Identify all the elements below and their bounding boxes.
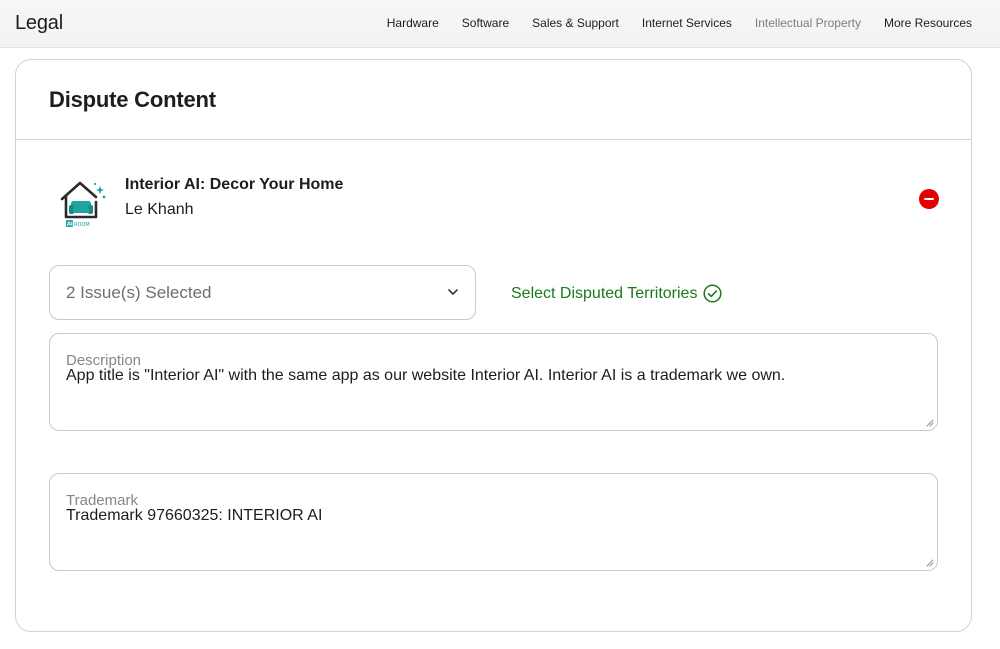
dispute-content-card: Dispute Content AI ROOM Interior AI: Dec… <box>15 59 972 632</box>
interior-ai-app-icon: AI ROOM <box>56 175 108 229</box>
svg-text:ROOM: ROOM <box>74 222 90 228</box>
app-name: Interior AI: Decor Your Home <box>125 176 344 193</box>
nav-internet-services[interactable]: Internet Services <box>642 16 732 30</box>
nav-links: Hardware Software Sales & Support Intern… <box>387 16 972 30</box>
nav-more-resources[interactable]: More Resources <box>884 16 972 30</box>
top-nav: Legal Hardware Software Sales & Support … <box>0 0 1000 48</box>
trademark-field[interactable]: Trademark Trademark 97660325: INTERIOR A… <box>49 473 938 571</box>
description-value[interactable]: App title is "Interior AI" with the same… <box>66 367 785 385</box>
select-disputed-territories-link[interactable]: Select Disputed Territories <box>511 284 723 303</box>
house-sofa-icon: AI ROOM <box>60 181 106 228</box>
resize-grip-icon[interactable] <box>925 558 934 567</box>
brand-title[interactable]: Legal <box>15 12 63 35</box>
card-title: Dispute Content <box>49 87 216 112</box>
territories-label: Select Disputed Territories <box>511 284 698 302</box>
app-developer: Le Khanh <box>125 201 194 218</box>
chevron-down-icon <box>448 289 458 295</box>
remove-app-button[interactable] <box>919 189 939 209</box>
issues-selected-value: 2 Issue(s) Selected <box>66 283 212 302</box>
svg-text:AI: AI <box>67 222 73 228</box>
nav-sales-support[interactable]: Sales & Support <box>532 16 619 30</box>
description-field[interactable]: Description App title is "Interior AI" w… <box>49 333 938 431</box>
nav-hardware[interactable]: Hardware <box>387 16 439 30</box>
issues-select[interactable]: 2 Issue(s) Selected <box>49 265 476 320</box>
nav-intellectual-property[interactable]: Intellectual Property <box>755 16 861 30</box>
trademark-value[interactable]: Trademark 97660325: INTERIOR AI <box>66 507 322 525</box>
check-circle-icon <box>703 284 723 303</box>
resize-grip-icon[interactable] <box>925 418 934 427</box>
card-divider <box>16 139 971 140</box>
nav-software[interactable]: Software <box>462 16 509 30</box>
